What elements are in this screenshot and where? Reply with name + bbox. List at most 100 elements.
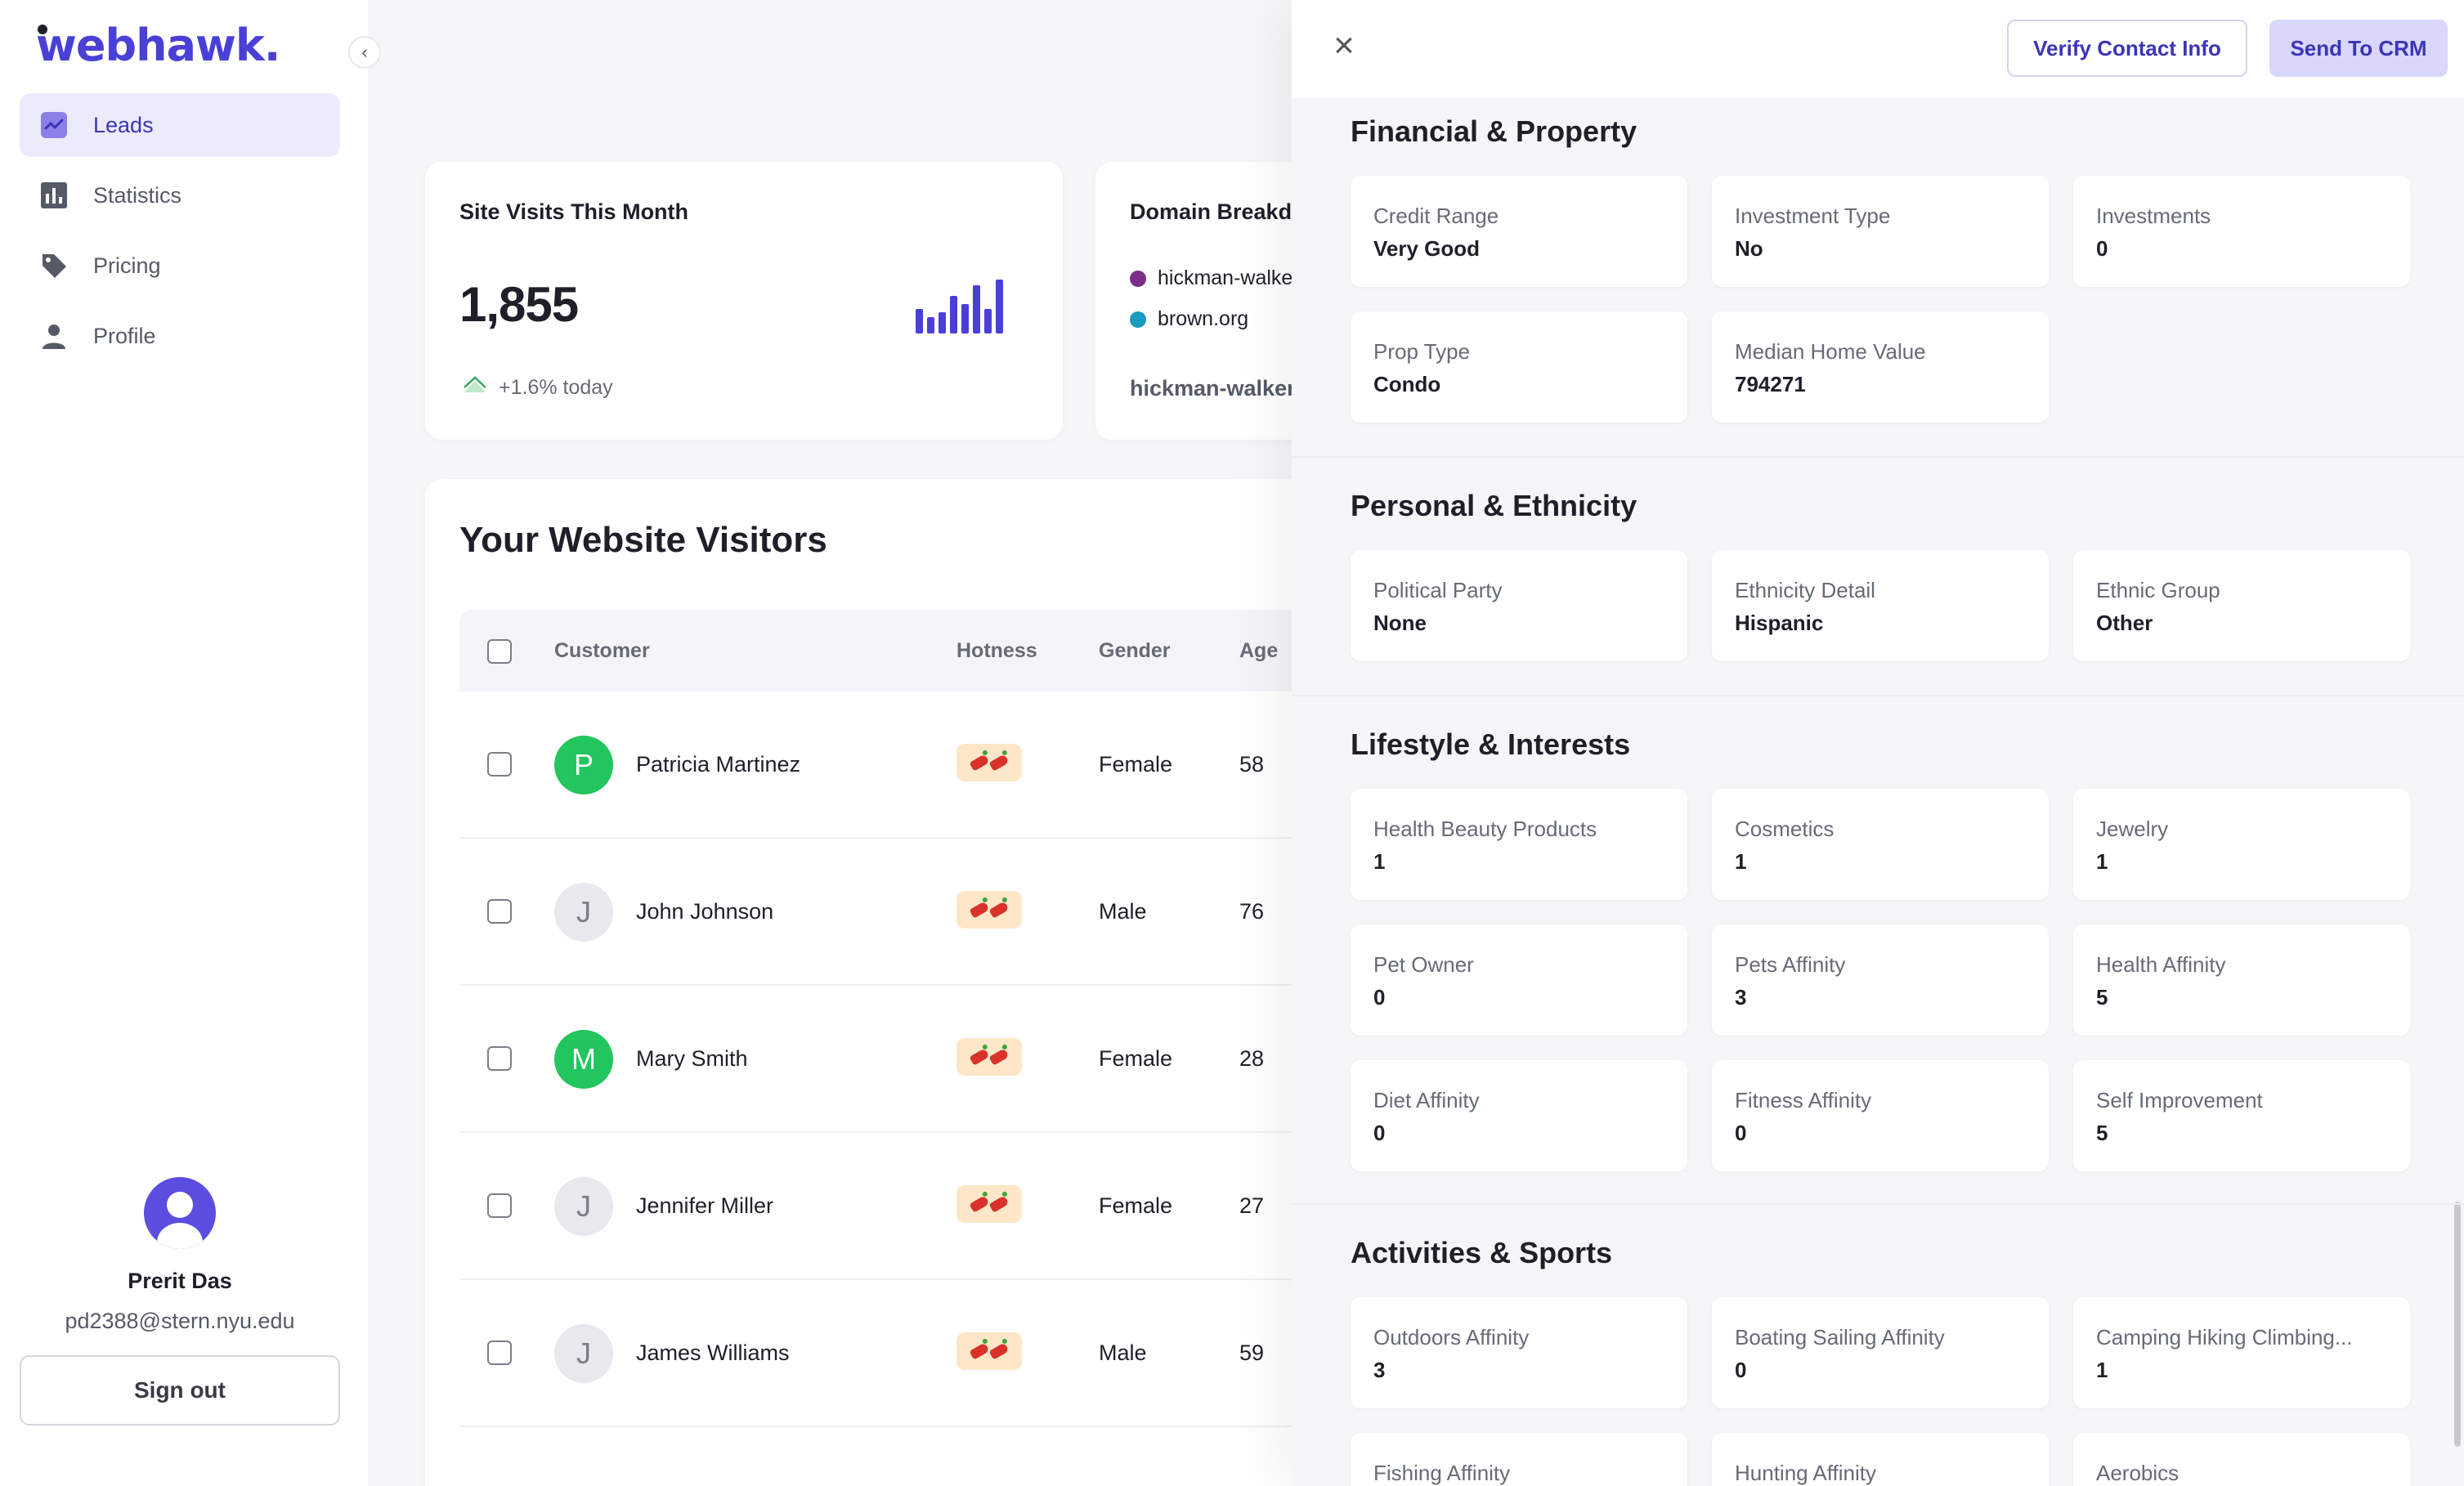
row-checkbox[interactable] bbox=[487, 1341, 512, 1365]
attribute-label: Boating Sailing Affinity bbox=[1735, 1325, 1945, 1349]
section-title: Financial & Property bbox=[1351, 114, 1637, 148]
table-row[interactable]: J John Johnson Male 76 bbox=[459, 839, 1359, 986]
customer-name[interactable]: John Johnson bbox=[636, 899, 773, 924]
chevron-left-icon: ‹ bbox=[361, 42, 368, 62]
customer-age: 27 bbox=[1239, 1193, 1265, 1218]
table-header: Customer Hotness Gender Age bbox=[459, 610, 1359, 692]
verify-contact-info-button[interactable]: Verify Contact Info bbox=[2007, 20, 2247, 77]
row-checkbox[interactable] bbox=[487, 1193, 512, 1218]
sidebar-item-statistics[interactable]: Statistics bbox=[20, 163, 340, 227]
attribute-value: Other bbox=[2096, 611, 2153, 635]
table-body: P Patricia Martinez Female 58 J John Johnson M… bbox=[459, 692, 1359, 1427]
user-avatar-icon bbox=[144, 1177, 216, 1249]
attribute-label: Ethnicity Detail bbox=[1735, 578, 1875, 602]
column-age[interactable]: Age bbox=[1239, 639, 1278, 663]
select-all-checkbox[interactable] bbox=[487, 639, 512, 664]
row-checkbox[interactable] bbox=[487, 899, 512, 924]
drawer-header: × Verify Contact Info Send To CRM bbox=[1292, 0, 2464, 98]
attribute-card: Ethnicity Detail Hispanic bbox=[1712, 550, 2049, 661]
tag-icon bbox=[39, 251, 69, 280]
site-visits-value: 1,855 bbox=[459, 277, 579, 332]
table-row[interactable]: J James Williams Male 59 bbox=[459, 1280, 1359, 1427]
site-visits-title: Site Visits This Month bbox=[459, 199, 689, 224]
sidebar-item-label: Leads bbox=[93, 112, 154, 137]
attribute-value: 1 bbox=[1735, 849, 1747, 874]
logo[interactable]: webhawk. bbox=[36, 20, 280, 71]
customer-name[interactable]: Jennifer Miller bbox=[636, 1193, 773, 1219]
drawer-scrollbar[interactable] bbox=[2454, 1202, 2461, 1447]
attribute-value: None bbox=[1373, 611, 1427, 635]
sidebar-item-pricing[interactable]: Pricing bbox=[20, 234, 340, 298]
sidebar-item-leads[interactable]: Leads bbox=[20, 93, 340, 157]
bar-chart-icon bbox=[39, 181, 69, 210]
hotness-badge bbox=[956, 1332, 1022, 1370]
column-gender[interactable]: Gender bbox=[1099, 639, 1171, 663]
attribute-value: No bbox=[1735, 236, 1763, 261]
attribute-label: Pet Owner bbox=[1373, 952, 1474, 977]
attribute-value: Very Good bbox=[1373, 236, 1481, 261]
attribute-card: Aerobics bbox=[2073, 1433, 2410, 1486]
close-icon: × bbox=[1333, 25, 1355, 65]
close-drawer-button[interactable]: × bbox=[1328, 28, 1360, 64]
attribute-label: Diet Affinity bbox=[1373, 1088, 1480, 1112]
main-content: Site Visits This Month 1,855 +1.6% today… bbox=[368, 0, 1660, 1486]
section-title: Personal & Ethnicity bbox=[1351, 489, 1637, 522]
sidebar-item-label: Profile bbox=[93, 323, 156, 348]
attribute-label: Hunting Affinity bbox=[1735, 1461, 1876, 1485]
chili-icon bbox=[969, 1342, 990, 1360]
attribute-label: Health Beauty Products bbox=[1373, 817, 1597, 841]
attribute-card: Pet Owner 0 bbox=[1351, 924, 1687, 1036]
row-checkbox[interactable] bbox=[487, 752, 512, 777]
attribute-label: Median Home Value bbox=[1735, 339, 1926, 364]
customer-avatar: J bbox=[554, 1324, 613, 1383]
column-customer[interactable]: Customer bbox=[554, 639, 650, 663]
section-title: Lifestyle & Interests bbox=[1351, 727, 1631, 761]
customer-age: 59 bbox=[1239, 1341, 1265, 1365]
attribute-card: Health Affinity 5 bbox=[2073, 924, 2410, 1036]
customer-avatar: J bbox=[554, 883, 613, 942]
section-divider bbox=[1292, 1203, 2464, 1205]
trend-up-icon bbox=[463, 376, 487, 400]
attribute-card: Hunting Affinity bbox=[1712, 1433, 2049, 1486]
customer-name[interactable]: Mary Smith bbox=[636, 1046, 748, 1072]
domain-name: brown.org bbox=[1158, 307, 1249, 330]
attribute-value: 794271 bbox=[1735, 372, 1806, 396]
attribute-label: Outdoors Affinity bbox=[1373, 1325, 1530, 1349]
sign-out-button[interactable]: Sign out bbox=[20, 1355, 340, 1426]
attribute-card: Ethnic Group Other bbox=[2073, 550, 2410, 661]
drawer-body: Financial & Property Credit Range Very Goo… bbox=[1292, 98, 2464, 1486]
row-checkbox[interactable] bbox=[487, 1046, 512, 1071]
sidebar-item-label: Pricing bbox=[93, 253, 161, 278]
sidebar-nav: Leads Statistics Pricing Profile bbox=[20, 93, 340, 374]
chili-icon bbox=[988, 1195, 1010, 1213]
spark-bar bbox=[939, 312, 946, 333]
attribute-card: Outdoors Affinity 3 bbox=[1351, 1297, 1687, 1408]
spark-bar bbox=[973, 285, 980, 333]
attribute-value: 0 bbox=[1735, 1121, 1747, 1145]
attribute-label: Ethnic Group bbox=[2096, 578, 2220, 602]
table-row[interactable]: J Jennifer Miller Female 27 bbox=[459, 1133, 1359, 1280]
table-row[interactable]: P Patricia Martinez Female 58 bbox=[459, 692, 1359, 839]
attribute-card: Cosmetics 1 bbox=[1712, 789, 2049, 900]
attribute-value: Hispanic bbox=[1735, 611, 1824, 635]
attribute-label: Jewelry bbox=[2096, 817, 2169, 841]
attribute-value: 3 bbox=[1735, 985, 1747, 1009]
send-to-crm-button[interactable]: Send To CRM bbox=[2269, 20, 2448, 77]
attribute-value: 1 bbox=[2096, 849, 2108, 874]
site-visits-trend-text: +1.6% today bbox=[499, 376, 613, 399]
table-row[interactable]: M Mary Smith Female 28 bbox=[459, 986, 1359, 1133]
customer-name[interactable]: Patricia Martinez bbox=[636, 752, 800, 777]
legend-dot bbox=[1130, 270, 1146, 287]
sidebar-item-profile[interactable]: Profile bbox=[20, 304, 340, 368]
attribute-label: Political Party bbox=[1373, 578, 1503, 602]
attribute-card: Jewelry 1 bbox=[2073, 789, 2410, 900]
customer-name[interactable]: James Williams bbox=[636, 1341, 790, 1366]
section-title: Activities & Sports bbox=[1351, 1236, 1613, 1269]
attribute-value: 3 bbox=[1373, 1358, 1386, 1382]
attribute-value: 0 bbox=[1373, 1121, 1386, 1145]
attribute-value: 1 bbox=[2096, 1358, 2108, 1382]
spark-bar bbox=[916, 309, 923, 333]
column-hotness[interactable]: Hotness bbox=[956, 639, 1037, 663]
site-visits-trend: +1.6% today bbox=[463, 376, 613, 400]
attribute-value: 5 bbox=[2096, 1121, 2108, 1145]
